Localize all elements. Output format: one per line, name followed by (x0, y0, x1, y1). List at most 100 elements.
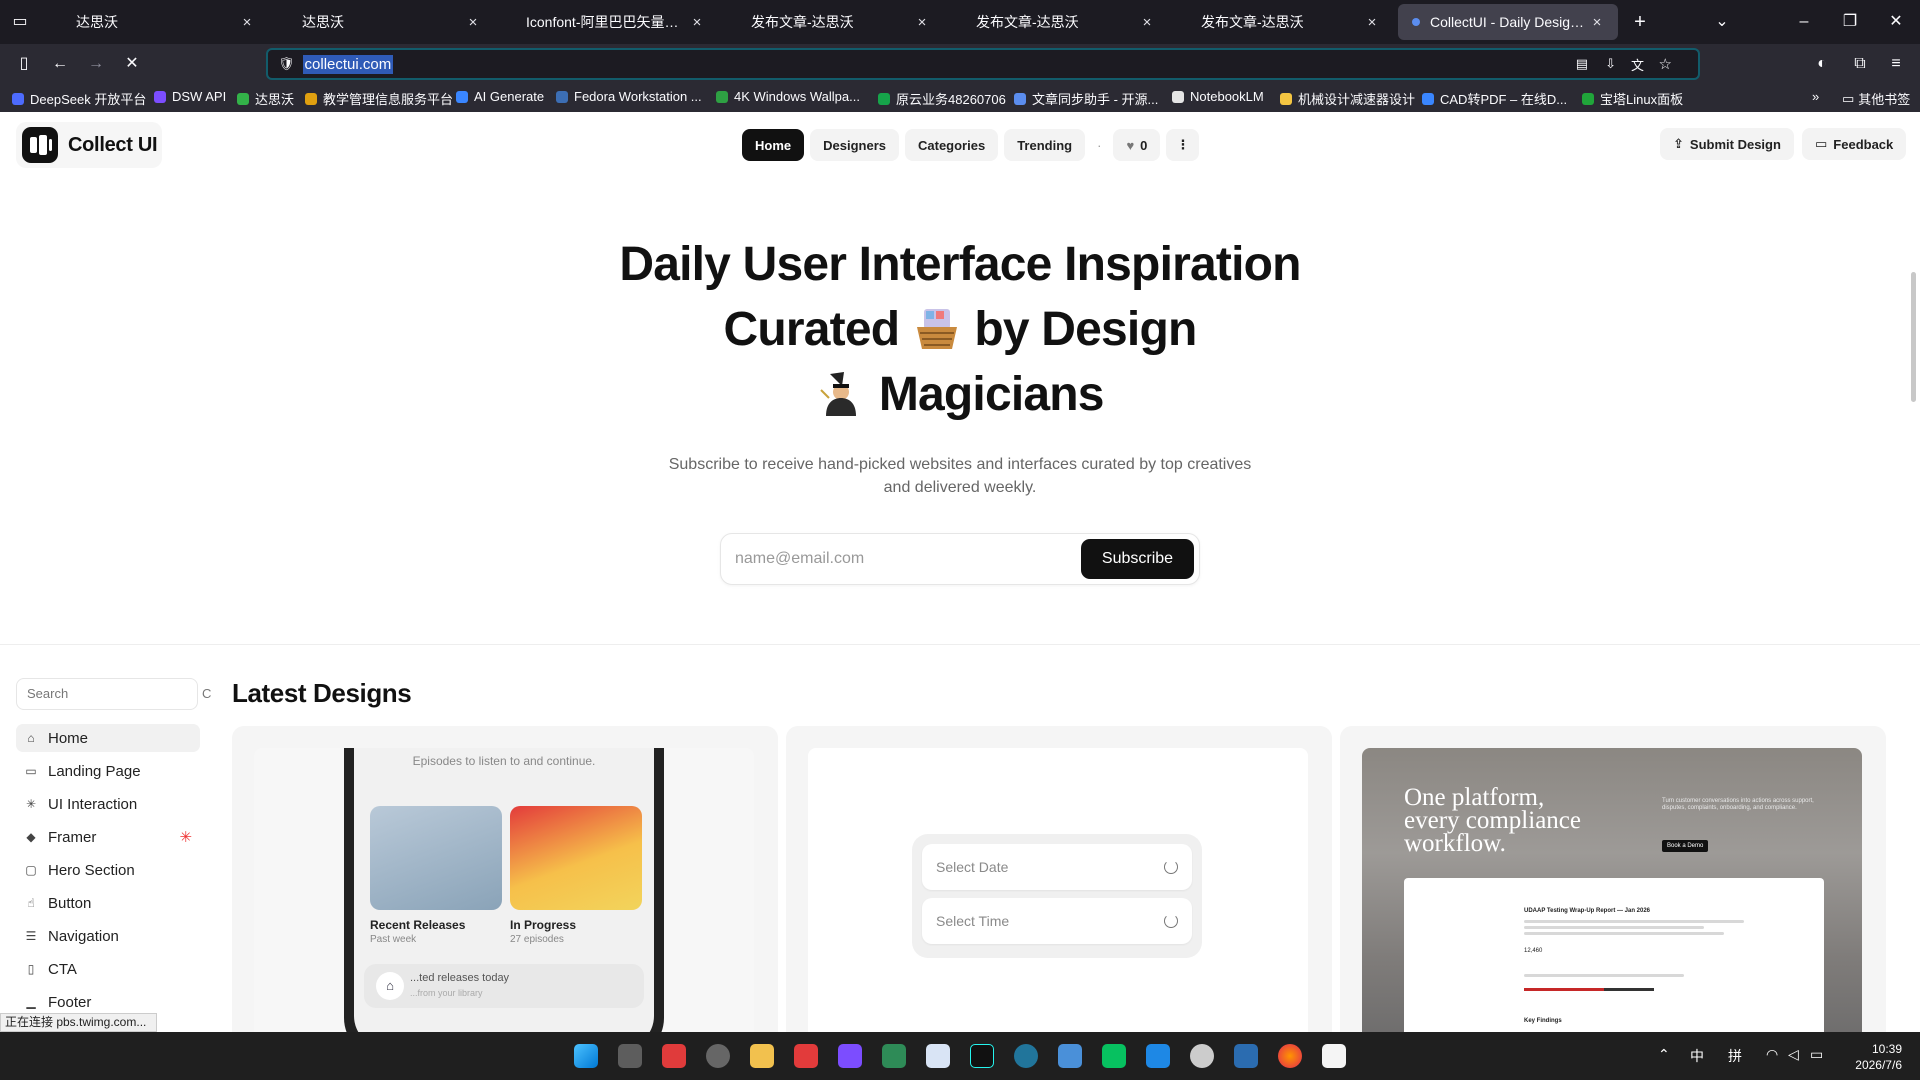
close-icon[interactable]: × (913, 14, 931, 31)
submit-design-button[interactable]: ⇪ Submit Design (1660, 128, 1794, 160)
nav-home[interactable]: Home (742, 129, 805, 161)
select-date-field[interactable]: Select Date (922, 844, 1192, 890)
close-icon[interactable]: × (1588, 14, 1606, 31)
extensions-icon[interactable]: ⧉ (1848, 52, 1872, 76)
close-icon[interactable]: × (238, 14, 256, 31)
feedback-button[interactable]: ▭ Feedback (1802, 128, 1907, 160)
reader-icon[interactable]: ▤ (1576, 56, 1588, 72)
design-card[interactable]: Select Date Select Time (786, 726, 1332, 1032)
close-window-icon[interactable]: ✕ (1886, 10, 1906, 34)
forward-icon[interactable]: → (84, 52, 108, 76)
more-menu-button[interactable]: ⋮ (1166, 129, 1200, 161)
site-info-icon[interactable]: 🛡 (278, 56, 295, 72)
close-icon[interactable]: × (464, 14, 482, 31)
app-icon[interactable] (1146, 1044, 1170, 1068)
minimize-icon[interactable]: – (1794, 10, 1814, 34)
tab-5[interactable]: 发布文章-达思沃 × (950, 4, 1168, 40)
tab-1[interactable]: 达思沃 × (50, 4, 268, 40)
page-scrollbar[interactable] (1911, 272, 1916, 402)
app-icon[interactable] (838, 1044, 862, 1068)
tab-6[interactable]: 发布文章-达思沃 × (1175, 4, 1393, 40)
stop-loading-icon[interactable]: ✕ (120, 52, 144, 76)
chevron-down-icon[interactable]: ⌄ (1712, 10, 1732, 34)
start-icon[interactable] (574, 1044, 598, 1068)
bookmark-item[interactable]: 原云业务48260706 (878, 89, 1006, 108)
nav-categories[interactable]: Categories (905, 129, 999, 161)
bookmark-item[interactable]: CAD转PDF – 在线D... (1422, 89, 1567, 108)
design-card[interactable]: Episodes to listen to and continue. Rece… (232, 726, 778, 1032)
app-icon[interactable] (882, 1044, 906, 1068)
nav-trending[interactable]: Trending (1004, 129, 1086, 161)
battery-icon[interactable]: ▭ (1810, 1046, 1823, 1063)
ime-mode[interactable]: 中 (1690, 1046, 1704, 1066)
tiktok-icon[interactable] (970, 1044, 994, 1068)
file-explorer-icon[interactable] (750, 1044, 774, 1068)
new-tab-icon[interactable]: + (1628, 10, 1652, 34)
tab-active[interactable]: CollectUI - Daily Design Inspiration× (1398, 4, 1618, 40)
bookmark-item[interactable]: 文章同步助手 - 开源... (1014, 89, 1158, 108)
system-clock[interactable]: 10:39 2026/7/6 (1855, 1041, 1902, 1073)
firefox-icon[interactable] (1278, 1044, 1302, 1068)
sidebar-item-navigation[interactable]: ☰ Navigation (16, 922, 200, 950)
back-icon[interactable]: ← (48, 52, 72, 76)
tab-4[interactable]: 发布文章-达思沃 × (725, 4, 943, 40)
subscribe-button[interactable]: Subscribe (1081, 539, 1194, 579)
bookmark-item[interactable]: DSW API (154, 89, 226, 104)
sidebar-item-framer[interactable]: ◆ Framer ✳ (16, 823, 200, 851)
app-icon[interactable] (1190, 1044, 1214, 1068)
bookmark-item[interactable]: AI Generate (456, 89, 544, 104)
bookmark-item[interactable]: 达思沃 (237, 89, 294, 108)
volume-icon[interactable]: ◁ (1788, 1046, 1799, 1063)
bookmark-item[interactable]: DeepSeek 开放平台 (12, 89, 146, 108)
url-bar[interactable]: 🛡 collectui.com ▤ ⇩ 文 ☆ (266, 48, 1700, 80)
url-text[interactable]: collectui.com (302, 54, 394, 74)
profile-icon[interactable]: ◐ (1810, 52, 1834, 76)
tab-3[interactable]: Iconfont-阿里巴巴矢量图标库 国内海量免费× (500, 4, 718, 40)
other-bookmarks[interactable]: ▭ 其他书签 (1842, 89, 1910, 108)
translate-icon[interactable]: 文 (1631, 55, 1644, 74)
close-icon[interactable]: × (688, 14, 706, 31)
nav-designers[interactable]: Designers (810, 129, 899, 161)
app-icon[interactable] (706, 1044, 730, 1068)
ime-pinyin[interactable]: 拼 (1728, 1046, 1742, 1066)
tab-overview-icon[interactable]: ▭ (8, 10, 32, 34)
sidebar-toggle-icon[interactable]: ▯ (12, 52, 36, 76)
save-icon[interactable]: ⇩ (1605, 56, 1616, 72)
wechat-icon[interactable] (1102, 1044, 1126, 1068)
wifi-icon[interactable]: ◠ (1766, 1046, 1778, 1063)
close-icon[interactable]: × (1138, 14, 1156, 31)
sidebar-item-hero-section[interactable]: ▢ Hero Section (16, 856, 200, 884)
sidebar-item-button[interactable]: ☝ Button (16, 889, 200, 917)
email-input[interactable] (735, 544, 1065, 574)
app-icon[interactable] (1234, 1044, 1258, 1068)
task-view-icon[interactable] (618, 1044, 642, 1068)
app-icon[interactable] (662, 1044, 686, 1068)
bookmark-item[interactable]: 教学管理信息服务平台 (305, 89, 453, 108)
close-icon[interactable]: × (1363, 14, 1381, 31)
select-time-field[interactable]: Select Time (922, 898, 1192, 944)
more-bookmarks-icon[interactable]: » (1812, 89, 1819, 104)
likes-button[interactable]: ♥ 0 (1113, 129, 1161, 161)
app-icon[interactable] (794, 1044, 818, 1068)
restore-icon[interactable]: ❐ (1840, 10, 1860, 34)
site-logo[interactable]: Collect UI (16, 122, 162, 168)
sidebar-item-footer[interactable]: ▁ Footer (16, 988, 200, 1016)
bookmark-item[interactable]: 4K Windows Wallpa... (716, 89, 860, 104)
sidebar-item-cta[interactable]: ▯ CTA (16, 955, 200, 983)
search-input[interactable]: Search (16, 678, 198, 710)
bookmark-item[interactable]: 机械设计减速器设计 (1280, 89, 1415, 108)
app-icon[interactable] (926, 1044, 950, 1068)
sidebar-item-landing-page[interactable]: ▭ Landing Page (16, 757, 200, 785)
app-icon[interactable] (1058, 1044, 1082, 1068)
bookmark-item[interactable]: Fedora Workstation ... (556, 89, 702, 104)
tray-chevron-icon[interactable]: ⌃ (1658, 1046, 1670, 1063)
design-card[interactable]: One platform, every compliance workflow.… (1340, 726, 1886, 1032)
sidebar-item-home[interactable]: ⌂ Home (16, 724, 200, 752)
bookmark-item[interactable]: 宝塔Linux面板 (1582, 89, 1683, 108)
tab-2[interactable]: 达思沃 × (276, 4, 494, 40)
wordpress-icon[interactable] (1014, 1044, 1038, 1068)
bookmark-star-icon[interactable]: ☆ (1659, 55, 1672, 73)
sidebar-item-ui-interaction[interactable]: ✳ UI Interaction (16, 790, 200, 818)
panda-app-icon[interactable] (1322, 1044, 1346, 1068)
bookmark-item[interactable]: NotebookLM (1172, 89, 1264, 104)
